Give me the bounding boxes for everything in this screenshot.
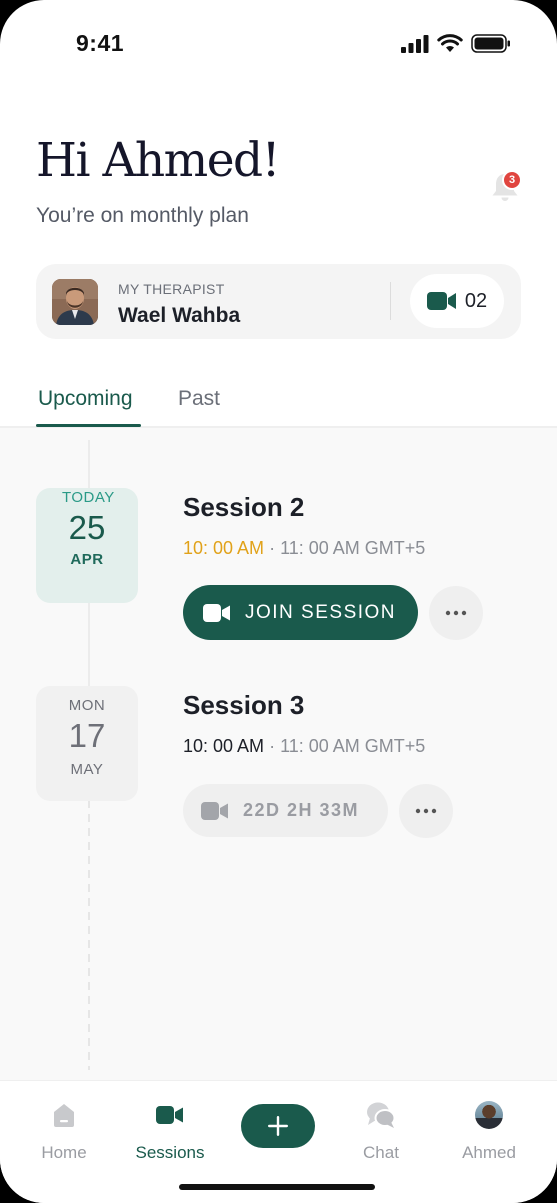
session-date: MON 17 MAY <box>36 686 138 801</box>
nav-item-sessions[interactable]: Sessions <box>120 1081 220 1171</box>
battery-icon <box>471 34 510 53</box>
therapist-label: MY THERAPIST <box>118 281 225 297</box>
session-day: 17 <box>68 717 106 754</box>
session-title: Session 2 <box>183 492 305 522</box>
session-end-time: · 11: 00 AM GMT+5 <box>269 736 426 756</box>
therapist-card[interactable]: MY THERAPIST Wael Wahba 02 <box>36 264 521 339</box>
nav-label: Chat <box>363 1143 399 1162</box>
notification-badge: 3 <box>502 170 522 190</box>
session-month: APR <box>70 551 104 568</box>
nav-label: Home <box>41 1143 87 1162</box>
timeline-dashed-line <box>88 800 90 1070</box>
session-countdown-button: 22D 2H 33M <box>183 784 388 837</box>
plan-subtitle: You’re on monthly plan <box>36 204 249 227</box>
join-session-button[interactable]: JOIN SESSION <box>183 585 418 640</box>
session-start-time: 10: 00 AM <box>183 538 265 558</box>
chat-icon <box>367 1102 396 1128</box>
session-start-time: 10: 00 AM <box>183 736 265 756</box>
therapist-name: Wael Wahba <box>118 304 241 327</box>
divider <box>390 282 391 320</box>
nav-item-chat[interactable]: Chat <box>331 1081 431 1171</box>
video-camera-icon <box>426 292 456 310</box>
add-button[interactable] <box>241 1104 315 1148</box>
home-icon <box>54 1104 74 1127</box>
status-icons <box>401 34 511 53</box>
nav-item-profile[interactable]: Ahmed <box>439 1081 539 1171</box>
active-tab-indicator <box>36 424 141 427</box>
more-options-button[interactable] <box>399 784 453 838</box>
session-end-time: · 11: 00 AM GMT+5 <box>269 538 426 558</box>
wifi-icon <box>437 34 463 52</box>
plus-icon <box>268 1116 288 1136</box>
therapist-avatar <box>52 279 98 325</box>
session-time: 10: 00 AM · 11: 00 AM GMT+5 <box>183 538 425 559</box>
join-session-label: JOIN SESSION <box>245 601 397 623</box>
nav-label: Ahmed <box>462 1143 516 1162</box>
greeting-title: Hi Ahmed! <box>36 133 281 188</box>
avatar <box>475 1101 503 1129</box>
countdown-label: 22D 2H 33M <box>243 800 360 820</box>
session-day: 25 <box>68 509 106 546</box>
video-camera-icon <box>201 801 228 820</box>
session-day-of-week: MON <box>68 697 106 714</box>
more-dots-icon <box>415 808 437 814</box>
video-camera-icon <box>203 603 230 622</box>
signal-icon <box>401 34 429 53</box>
tab-upcoming[interactable]: Upcoming <box>38 387 133 411</box>
session-day-of-week: TODAY <box>62 489 115 506</box>
more-options-button[interactable] <box>429 586 483 640</box>
more-dots-icon <box>445 610 467 616</box>
session-count-chip[interactable]: 02 <box>410 274 504 328</box>
session-time: 10: 00 AM · 11: 00 AM GMT+5 <box>183 736 425 757</box>
video-camera-icon <box>156 1106 183 1124</box>
tab-past[interactable]: Past <box>178 387 220 411</box>
nav-item-home[interactable]: Home <box>14 1081 114 1171</box>
nav-label: Sessions <box>135 1143 205 1162</box>
session-count-value: 02 <box>464 289 488 312</box>
session-title: Session 3 <box>183 690 305 720</box>
status-time: 9:41 <box>76 30 125 56</box>
session-date-today: TODAY 25 APR <box>36 488 138 603</box>
session-month: MAY <box>70 761 104 778</box>
home-indicator <box>179 1184 375 1190</box>
app-screen: 9:41 Hi Ahmed! You’re on monthly plan 3 <box>0 0 557 1203</box>
